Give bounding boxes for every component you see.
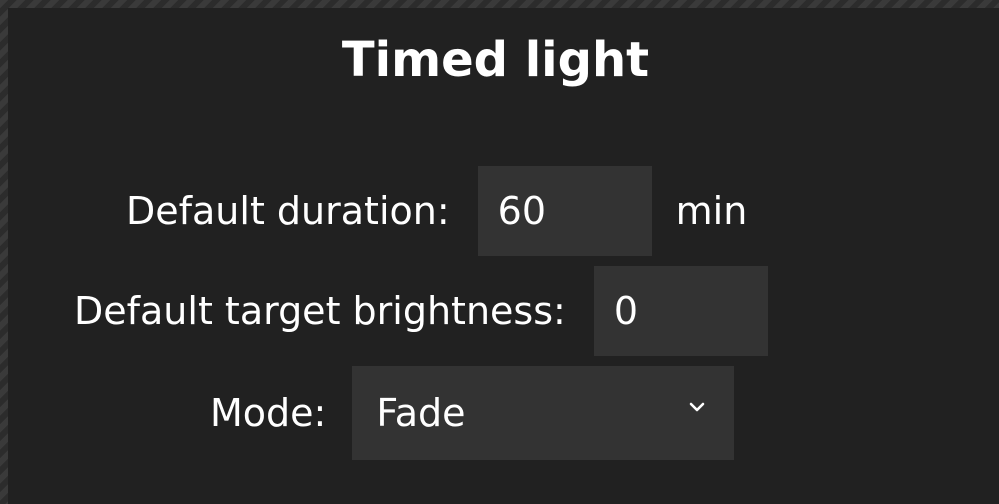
mode-label: Mode: xyxy=(210,391,327,435)
duration-label: Default duration: xyxy=(126,189,450,233)
duration-input[interactable] xyxy=(477,166,652,256)
duration-row: Default duration: min xyxy=(126,166,747,256)
mode-select[interactable]: Fade xyxy=(352,366,735,460)
timed-light-panel: Timed light Default duration: min Defaul… xyxy=(8,8,999,504)
mode-row: Mode: Fade xyxy=(210,366,735,460)
chevron-down-icon xyxy=(690,402,705,412)
brightness-label: Default target brightness: xyxy=(74,289,566,333)
duration-unit: min xyxy=(675,189,748,233)
panel-title: Timed light xyxy=(341,32,650,88)
mode-selected-value: Fade xyxy=(376,391,466,435)
brightness-row: Default target brightness: xyxy=(74,266,768,356)
brightness-input[interactable] xyxy=(593,266,768,356)
